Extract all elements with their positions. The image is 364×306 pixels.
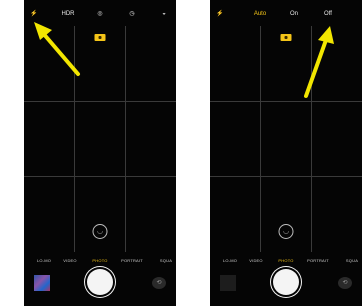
live-toggle-icon[interactable]: ◡ (92, 224, 108, 239)
camera-top-bar: ⚡ HDR ◎ ◷ ◒ (24, 8, 176, 22)
mode-photo[interactable]: PHOTO (278, 258, 293, 263)
flash-on-option[interactable]: On (290, 10, 298, 18)
grid-line (260, 26, 261, 252)
grid-line (311, 26, 312, 252)
hdr-button[interactable]: HDR (62, 10, 75, 18)
camera-screen-left: ⚡ HDR ◎ ◷ ◒ ◡ LO-MO VIDEO PHOTO PORTRAIT… (24, 0, 176, 306)
mode-slomo[interactable]: LO-MO (37, 258, 51, 263)
mode-selector: LO-MO VIDEO PHOTO PORTRAIT SQUA (210, 258, 362, 266)
grid-line (24, 101, 176, 102)
filter-icon[interactable]: ◒ (162, 10, 166, 18)
mode-selector: LO-MO VIDEO PHOTO PORTRAIT SQUA (24, 258, 176, 266)
mode-slomo[interactable]: LO-MO (223, 258, 237, 263)
grid-line (24, 176, 176, 177)
photo-thumbnail[interactable] (220, 275, 236, 291)
mode-square[interactable]: SQUA (346, 258, 358, 263)
mode-portrait[interactable]: PORTRAIT (307, 258, 329, 263)
shutter-button[interactable] (273, 269, 299, 295)
mode-photo[interactable]: PHOTO (92, 258, 107, 263)
live-badge (280, 34, 292, 41)
mode-portrait[interactable]: PORTRAIT (121, 258, 143, 263)
viewfinder[interactable] (24, 26, 176, 252)
shutter-button[interactable] (87, 269, 113, 295)
flash-icon[interactable]: ⚡ (30, 10, 37, 18)
flip-camera-icon[interactable]: ⟲ (338, 277, 352, 289)
photo-thumbnail[interactable] (34, 275, 50, 291)
mode-video[interactable]: VIDEO (249, 258, 262, 263)
viewfinder[interactable] (210, 26, 362, 252)
camera-screen-right: ⚡ Auto On Off ◡ LO-MO VIDEO PHOTO PORTRA… (210, 0, 362, 306)
live-photo-icon[interactable]: ◎ (97, 10, 102, 18)
grid-line (74, 26, 75, 252)
camera-top-bar: ⚡ Auto On Off (210, 8, 362, 22)
live-toggle-icon[interactable]: ◡ (278, 224, 294, 239)
timer-icon[interactable]: ◷ (129, 10, 134, 18)
flash-auto-option[interactable]: Auto (254, 10, 266, 18)
flash-icon[interactable]: ⚡ (216, 10, 223, 18)
grid-line (210, 101, 362, 102)
flip-camera-icon[interactable]: ⟲ (152, 277, 166, 289)
grid-line (125, 26, 126, 252)
grid-line (210, 176, 362, 177)
live-badge (94, 34, 106, 41)
mode-video[interactable]: VIDEO (63, 258, 76, 263)
flash-off-option[interactable]: Off (324, 10, 332, 18)
mode-square[interactable]: SQUA (160, 258, 172, 263)
